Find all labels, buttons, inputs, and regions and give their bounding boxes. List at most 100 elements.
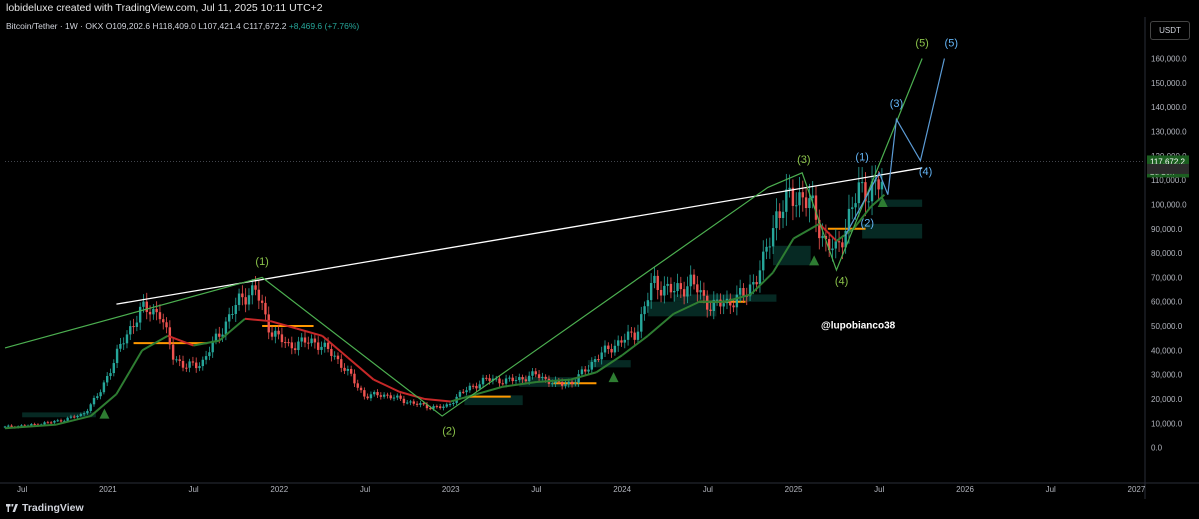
candle-body[interactable]	[435, 406, 439, 408]
candle-body[interactable]	[851, 207, 854, 209]
candle-body[interactable]	[241, 293, 244, 298]
candle-body[interactable]	[620, 340, 623, 343]
candle-body[interactable]	[452, 402, 455, 405]
candle-body[interactable]	[643, 306, 646, 315]
candle-body[interactable]	[514, 380, 518, 382]
candle-body[interactable]	[307, 342, 310, 344]
candle-body[interactable]	[86, 410, 89, 414]
candle-body[interactable]	[521, 377, 524, 380]
candle-body[interactable]	[653, 275, 656, 283]
candle-body[interactable]	[148, 311, 152, 315]
candle-body[interactable]	[646, 300, 650, 307]
candle-body[interactable]	[102, 382, 106, 393]
candle-body[interactable]	[376, 392, 379, 396]
candle-body[interactable]	[544, 376, 547, 379]
candle-body[interactable]	[214, 333, 218, 341]
candle-body[interactable]	[682, 289, 686, 297]
candle-body[interactable]	[237, 293, 241, 305]
candle-body[interactable]	[475, 385, 478, 389]
candle-body[interactable]	[778, 211, 781, 218]
candle-body[interactable]	[666, 283, 669, 286]
candle-body[interactable]	[208, 352, 211, 357]
candle-body[interactable]	[593, 359, 597, 362]
candle-body[interactable]	[574, 382, 577, 384]
candle-body[interactable]	[231, 313, 234, 315]
candle-body[interactable]	[165, 322, 168, 328]
candle-body[interactable]	[129, 326, 132, 335]
candle-body[interactable]	[99, 392, 102, 397]
candle-body[interactable]	[264, 302, 267, 315]
candle-body[interactable]	[531, 371, 534, 376]
candle-body[interactable]	[356, 383, 359, 388]
candle-body[interactable]	[198, 366, 201, 369]
candle-body[interactable]	[405, 402, 409, 404]
footer-brand[interactable]: TradingView	[22, 502, 84, 514]
candle-body[interactable]	[623, 339, 626, 343]
candle-body[interactable]	[626, 331, 630, 340]
candle-body[interactable]	[518, 377, 521, 381]
candle-body[interactable]	[122, 343, 125, 345]
candle-body[interactable]	[109, 373, 112, 377]
candle-body[interactable]	[105, 376, 109, 383]
candle-body[interactable]	[389, 395, 392, 399]
candle-body[interactable]	[379, 395, 383, 397]
candle-body[interactable]	[138, 306, 142, 323]
candle-body[interactable]	[270, 332, 274, 337]
candle-body[interactable]	[877, 179, 880, 190]
candle-body[interactable]	[534, 371, 537, 375]
candle-body[interactable]	[409, 401, 412, 403]
candle-body[interactable]	[587, 369, 590, 372]
candle-body[interactable]	[438, 406, 442, 408]
candle-body[interactable]	[402, 398, 406, 404]
candle-body[interactable]	[369, 394, 373, 399]
candle-body[interactable]	[481, 377, 485, 385]
candle-body[interactable]	[366, 396, 369, 399]
candle-body[interactable]	[636, 331, 640, 340]
candle-body[interactable]	[498, 378, 501, 384]
blue-wave-count-line[interactable]	[844, 58, 946, 237]
candle-body[interactable]	[135, 322, 139, 327]
candle-body[interactable]	[419, 403, 422, 405]
candle-body[interactable]	[244, 297, 247, 305]
candle-body[interactable]	[442, 406, 445, 408]
candle-body[interactable]	[293, 348, 297, 351]
candle-body[interactable]	[630, 331, 633, 333]
candle-body[interactable]	[709, 309, 712, 312]
candle-body[interactable]	[445, 404, 448, 407]
candle-body[interactable]	[284, 342, 287, 344]
candle-body[interactable]	[584, 369, 587, 372]
candle-body[interactable]	[831, 248, 834, 251]
candle-body[interactable]	[837, 241, 841, 243]
candle-body[interactable]	[771, 228, 775, 247]
candle-body[interactable]	[152, 308, 155, 315]
candle-body[interactable]	[663, 285, 666, 296]
candle-body[interactable]	[247, 295, 251, 305]
candle-body[interactable]	[125, 334, 129, 344]
candle-body[interactable]	[412, 401, 415, 404]
candle-body[interactable]	[415, 403, 419, 405]
candle-body[interactable]	[290, 342, 294, 349]
candle-body[interactable]	[396, 395, 399, 398]
candle-body[interactable]	[857, 182, 861, 204]
candle-body[interactable]	[260, 300, 264, 303]
candle-body[interactable]	[656, 275, 659, 290]
candle-body[interactable]	[112, 363, 115, 374]
candle-body[interactable]	[640, 314, 643, 332]
candle-body[interactable]	[274, 330, 277, 337]
candle-body[interactable]	[76, 415, 79, 418]
candle-body[interactable]	[46, 422, 50, 424]
candle-body[interactable]	[373, 392, 376, 395]
candle-body[interactable]	[686, 286, 689, 297]
candle-body[interactable]	[692, 274, 696, 285]
candle-body[interactable]	[300, 337, 303, 342]
candle-body[interactable]	[392, 397, 396, 399]
candle-body[interactable]	[768, 246, 772, 248]
candle-body[interactable]	[613, 345, 617, 353]
currency-button[interactable]: USDT	[1150, 21, 1190, 40]
candle-body[interactable]	[343, 367, 346, 371]
candle-body[interactable]	[56, 420, 59, 422]
candle-body[interactable]	[735, 294, 739, 308]
candle-body[interactable]	[158, 312, 162, 320]
candle-body[interactable]	[715, 299, 719, 301]
candle-body[interactable]	[633, 332, 636, 340]
